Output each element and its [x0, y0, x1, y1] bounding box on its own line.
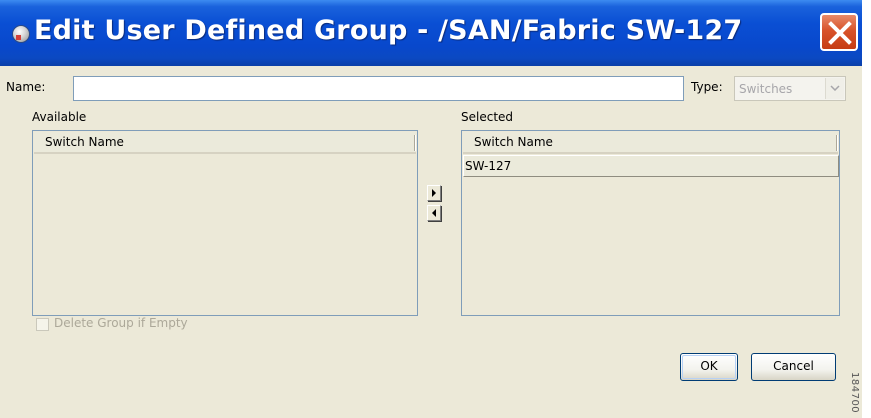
chevron-down-icon: [830, 85, 840, 91]
window-title: Edit User Defined Group - /SAN/Fabric SW…: [34, 15, 743, 46]
selected-column-header[interactable]: Switch Name: [463, 132, 838, 154]
cancel-button[interactable]: Cancel: [751, 353, 836, 381]
type-label: Type:: [691, 80, 723, 94]
ok-button[interactable]: OK: [680, 353, 738, 381]
selected-label: Selected: [461, 110, 514, 124]
arrow-left-icon: [432, 209, 436, 217]
arrow-right-icon: [432, 189, 436, 197]
edit-group-dialog: Edit User Defined Group - /SAN/Fabric SW…: [0, 0, 862, 418]
type-select-value: Switches: [739, 82, 793, 96]
available-list[interactable]: Switch Name: [32, 130, 418, 316]
delete-if-empty-label: Delete Group if Empty: [54, 316, 188, 330]
selected-list[interactable]: Switch Name SW-127: [461, 130, 840, 316]
column-divider[interactable]: [836, 135, 838, 151]
figure-id-text: 184700: [849, 372, 860, 414]
type-select[interactable]: Switches: [734, 76, 846, 101]
close-icon: [828, 21, 852, 45]
selected-column-header-label: Switch Name: [474, 135, 553, 149]
remove-from-selected-button[interactable]: [427, 205, 441, 221]
column-divider[interactable]: [414, 135, 416, 151]
available-column-header[interactable]: Switch Name: [34, 132, 416, 154]
available-label: Available: [32, 110, 87, 124]
available-column-header-label: Switch Name: [45, 135, 124, 149]
list-item[interactable]: SW-127: [463, 155, 839, 177]
side-margin: [862, 0, 871, 418]
close-button[interactable]: [820, 13, 858, 51]
switch-name-cell: SW-127: [465, 159, 512, 173]
name-label: Name:: [6, 80, 46, 94]
app-icon: [12, 25, 30, 43]
name-input[interactable]: [73, 76, 684, 101]
add-to-selected-button[interactable]: [427, 185, 441, 201]
delete-if-empty-checkbox[interactable]: [36, 318, 49, 331]
title-bar[interactable]: Edit User Defined Group - /SAN/Fabric SW…: [0, 0, 862, 66]
type-dropdown-button[interactable]: [825, 78, 844, 99]
